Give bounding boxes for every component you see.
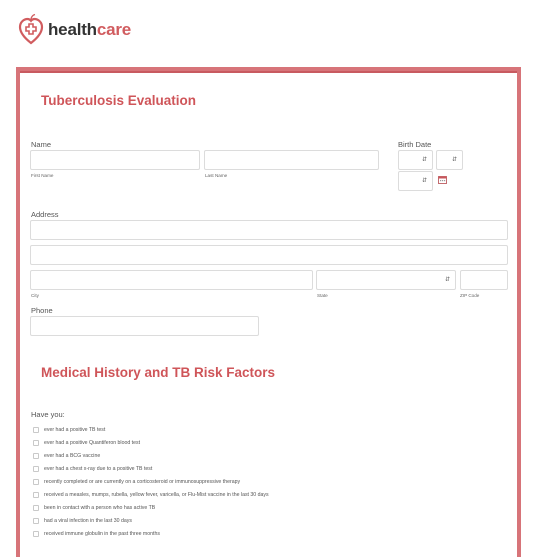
- risk-factor-checkbox[interactable]: [33, 518, 39, 524]
- last-name-input[interactable]: [204, 150, 379, 170]
- chevron-updown-icon: ⇵: [421, 178, 427, 184]
- first-name-sublabel: First Name: [31, 173, 54, 178]
- birth-day-select[interactable]: ⇵: [436, 150, 463, 170]
- risk-factor-text: received immune globulin in the past thr…: [44, 531, 160, 537]
- page-header: healthcare: [0, 0, 539, 66]
- address-label: Address: [31, 210, 59, 219]
- risk-factor-text: been in contact with a person who has ac…: [44, 505, 156, 511]
- chevron-updown-icon: ⇵: [444, 277, 450, 283]
- healthcare-logo[interactable]: healthcare: [18, 13, 131, 47]
- form-card: Tuberculosis Evaluation Name First Name …: [16, 67, 521, 557]
- street-address-input[interactable]: [30, 220, 508, 240]
- chevron-updown-icon: ⇵: [451, 157, 457, 163]
- risk-factor-checkbox[interactable]: [33, 440, 39, 446]
- risk-factor-item[interactable]: ever had a positive Quantiferon blood te…: [33, 438, 140, 448]
- birth-month-select[interactable]: ⇵: [398, 150, 433, 170]
- risk-factor-checkbox[interactable]: [33, 492, 39, 498]
- risk-factor-text: ever had a positive Quantiferon blood te…: [44, 440, 141, 446]
- risk-factor-item[interactable]: ever had a chest x-ray due to a positive…: [33, 464, 152, 474]
- calendar-icon[interactable]: [438, 175, 447, 184]
- brand-name-part2: care: [96, 20, 132, 39]
- zip-code-input[interactable]: [460, 270, 508, 290]
- form-title: Tuberculosis Evaluation: [41, 93, 197, 108]
- risk-factor-text: ever had a chest x-ray due to a positive…: [44, 466, 153, 472]
- birth-year-select[interactable]: ⇵: [398, 171, 433, 191]
- risk-factor-item[interactable]: ever had a BCG vaccine: [33, 451, 100, 461]
- risk-factor-item[interactable]: received a measles, mumps, rubella, yell…: [33, 490, 269, 500]
- phone-input[interactable]: [30, 316, 259, 336]
- brand-name: healthcare: [48, 20, 131, 40]
- zip-code-sublabel: ZIP Code: [460, 293, 480, 298]
- risk-factor-text: ever had a positive TB test: [44, 427, 106, 433]
- risk-factor-checkbox[interactable]: [33, 453, 39, 459]
- risk-factor-item[interactable]: recently completed or are currently on a…: [33, 477, 240, 487]
- first-name-input[interactable]: [30, 150, 200, 170]
- city-sublabel: City: [31, 293, 39, 298]
- risk-factor-item[interactable]: been in contact with a person who has ac…: [33, 503, 155, 513]
- last-name-sublabel: Last Name: [205, 173, 228, 178]
- heart-cross-icon: [18, 13, 44, 45]
- city-input[interactable]: [30, 270, 313, 290]
- birth-date-label: Birth Date: [398, 140, 432, 149]
- risk-factor-checkbox[interactable]: [33, 427, 39, 433]
- risk-factor-text: had a viral infection in the last 30 day…: [44, 518, 132, 524]
- risk-factor-item[interactable]: ever had a positive TB test: [33, 425, 105, 435]
- phone-label: Phone: [31, 306, 53, 315]
- risk-factor-text: recently completed or are currently on a…: [44, 479, 241, 485]
- street-address-line2-input[interactable]: [30, 245, 508, 265]
- name-label: Name: [31, 140, 52, 149]
- card-top-accent: [20, 71, 517, 73]
- risk-factor-text: received a measles, mumps, rubella, yell…: [44, 492, 269, 498]
- brand-name-part1: health: [48, 20, 97, 39]
- chevron-updown-icon: ⇵: [421, 157, 427, 163]
- state-sublabel: State: [317, 293, 328, 298]
- risk-factor-checkbox[interactable]: [33, 479, 39, 485]
- state-select[interactable]: ⇵: [316, 270, 456, 290]
- section-title-medical-history: Medical History and TB Risk Factors: [41, 365, 276, 380]
- risk-factor-checkbox[interactable]: [33, 531, 39, 537]
- risk-factor-item[interactable]: received immune globulin in the past thr…: [33, 529, 160, 539]
- risk-factor-checkbox[interactable]: [33, 505, 39, 511]
- risk-factor-text: ever had a BCG vaccine: [44, 453, 101, 459]
- risk-factor-checkbox[interactable]: [33, 466, 39, 472]
- have-you-label: Have you:: [31, 410, 65, 419]
- risk-factor-item[interactable]: had a viral infection in the last 30 day…: [33, 516, 132, 526]
